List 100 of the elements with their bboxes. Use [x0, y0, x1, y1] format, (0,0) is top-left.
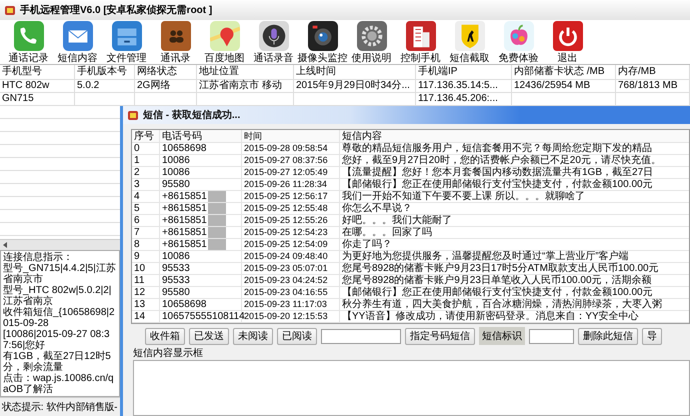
- app-icon: [127, 109, 139, 121]
- column-header[interactable]: 内部储蓄卡状态 /MB: [512, 65, 616, 79]
- table-cell: 2015-09-27 08:37:56: [242, 155, 340, 166]
- toolbar-button[interactable]: 摄像头监控: [298, 20, 347, 64]
- table-cell: 10658698: [160, 299, 242, 310]
- toolbar-button[interactable]: 退出: [543, 20, 592, 64]
- toolbar-button[interactable]: 通话录音: [249, 20, 298, 64]
- toolbar-button[interactable]: 控制手机: [396, 20, 445, 64]
- column-header[interactable]: 短信内容: [340, 130, 689, 142]
- table-cell: 11: [132, 275, 160, 286]
- column-header[interactable]: 地址位置: [197, 65, 294, 79]
- table-cell: 10658698: [160, 143, 242, 154]
- folder-button[interactable]: 已阅读: [277, 328, 317, 344]
- message-row[interactable]: 1 10086 2015-09-27 08:37:56 您好，截至9月27日20时，您的话费帐户余额已不足20元，请尽快充值。: [132, 155, 689, 167]
- column-header[interactable]: 手机端IP: [416, 65, 512, 79]
- table-cell: 2015-09-23 11:17:03: [242, 299, 340, 310]
- table-cell: 2015-09-24 09:48:40: [242, 251, 340, 262]
- column-header[interactable]: 内存/MB: [616, 65, 690, 79]
- folder-button[interactable]: 未阅读: [233, 328, 273, 344]
- contacts-book-icon: [160, 21, 190, 51]
- table-cell: +8615851: [160, 191, 242, 202]
- table-cell: 5: [132, 203, 160, 214]
- table-cell: +8615851: [160, 215, 242, 226]
- table-cell-text: 【流量提醒】您好！您本月套餐国内移动数据流量共有1GB，截至27日: [341, 167, 654, 178]
- column-header[interactable]: 序号: [132, 130, 160, 142]
- toolbar-button[interactable]: 百度地图: [200, 20, 249, 64]
- action-button[interactable]: 删除此短信: [578, 328, 638, 344]
- number-filter-button[interactable]: 指定号码短信: [405, 328, 475, 344]
- column-header[interactable]: 电话号码: [160, 130, 242, 142]
- table-cell: 5.0.2: [75, 80, 135, 92]
- table-cell: +8615851: [160, 239, 242, 250]
- message-row[interactable]: 10 95533 2015-09-23 05:07:01 您尾号8928的储蓄卡账户9月23日17时5分ATM取款支出人民币100.00元: [132, 263, 689, 275]
- table-cell: 10: [132, 263, 160, 274]
- log-line: 收件箱短信_{10658698|2015-09-28: [3, 307, 116, 329]
- message-row[interactable]: 2 10086 2015-09-27 12:05:49 【流量提醒】您好！您本月套餐国内移动数据流量共有1GB，截至27日: [132, 167, 689, 179]
- log-line: 型号_HTC 802w|5.0.2|2|江苏省南京: [3, 285, 112, 307]
- log-line: 有1GB，截至27日12时5分，剩余流量: [3, 351, 112, 373]
- table-cell: HTC 802w: [0, 80, 75, 92]
- content-box[interactable]: [133, 360, 690, 416]
- log-line: 点击：wap.js.10086.cn/qaOB了解活: [3, 373, 115, 395]
- table-cell: GN715: [0, 93, 75, 105]
- dialog-title: 短信 - 获取短信成功...: [143, 108, 240, 122]
- table-cell: 2015-09-25 12:55:48: [242, 203, 340, 214]
- gear-icon: [356, 21, 386, 51]
- message-row[interactable]: 0 10658698 2015-09-28 09:58:54 尊敬的精品短信服务用户，短信套餐用不完？每周给您定期下发的精品: [132, 143, 689, 155]
- sms-id-field[interactable]: [529, 328, 574, 344]
- folder-button[interactable]: 收件箱: [145, 328, 185, 344]
- table-cell: 江苏省南京市 移动: [197, 80, 294, 92]
- table-cell: 2015-09-25 12:56:17: [242, 191, 340, 202]
- message-row[interactable]: 3 95580 2015-09-26 11:28:34 【邮储银行】您正在使用邮储银行支付宝快捷支付，付款金额100.00元: [132, 179, 689, 191]
- table-cell: 2015-09-25 12:54:23: [242, 227, 340, 238]
- column-header[interactable]: 手机型号: [0, 65, 75, 79]
- table-cell-text: 您尾号8928的储蓄卡账户9月23日17时5分ATM取款支出人民币100.00元: [341, 263, 660, 274]
- group-label: 短信内容显示框: [133, 348, 204, 360]
- column-header[interactable]: 手机版本号: [75, 65, 135, 79]
- toolbar-button[interactable]: 免费体验: [494, 20, 543, 64]
- message-row[interactable]: 9 10086 2015-09-24 09:48:40 为更好地为您提供服务，温馨提醒您及时通过“掌上营业厅”客户端: [132, 251, 689, 263]
- message-row[interactable]: 13 10658698 2015-09-23 11:17:03 秋分养生有道，四大美食护航，百合冰糖润燥，清热润肺绿茶，大枣入粥: [132, 299, 689, 311]
- message-row[interactable]: 11 95533 2015-09-23 04:24:52 您尾号8928的储蓄卡账户9月23日单笔收入人民币100.00元，活期余额: [132, 275, 689, 287]
- table-cell-text: 我们一开始不知道下午要不要上课 所以。。。就聊啥了: [341, 191, 586, 202]
- table-cell-text: 在哪。。。回家了吗: [341, 227, 433, 238]
- column-header[interactable]: 上线时间: [294, 65, 416, 79]
- shield-icon: [454, 21, 484, 51]
- action-button[interactable]: 导: [642, 328, 662, 344]
- toolbar-button[interactable]: 使用说明: [347, 20, 396, 64]
- table-cell: 13: [132, 299, 160, 310]
- table-cell: 2015-09-23 04:24:52: [242, 275, 340, 286]
- toolbar-button[interactable]: 短信截取: [445, 20, 494, 64]
- column-header[interactable]: 时间: [242, 130, 340, 142]
- table-cell-text: 好吧。。。我们大能耐了: [341, 215, 453, 226]
- folder-button[interactable]: 已发送: [189, 328, 229, 344]
- table-cell: 10086: [160, 251, 242, 262]
- microphone-icon: [258, 21, 288, 51]
- toolbar-button[interactable]: 通讯录: [151, 20, 200, 64]
- toolbar-button[interactable]: 通话记录: [4, 20, 53, 64]
- apple-icon: [504, 21, 534, 51]
- table-cell: 117.136.45.206:...: [416, 93, 512, 105]
- table-cell: 106575555108114: [160, 311, 242, 322]
- message-row[interactable]: 5 +8615851 2015-09-25 12:55:48 你怎么不早说？: [132, 203, 689, 215]
- table-cell-text: 您尾号8928的储蓄卡账户9月23日单笔收入人民币100.00元，活期余额: [341, 275, 653, 286]
- message-row[interactable]: 8 +8615851 2015-09-25 12:54:09 你走了吗？: [132, 239, 689, 251]
- log-line: 型号_GN715|4.4.2|5|江苏省南京市: [3, 263, 117, 285]
- table-cell: 2015-09-26 11:28:34: [242, 179, 340, 190]
- message-row[interactable]: 4 +8615851 2015-09-25 12:56:17 我们一开始不知道下午要不要上课 所以。。。就聊啥了: [132, 191, 689, 203]
- filter-field[interactable]: [321, 328, 401, 344]
- toolbar-button[interactable]: 短信内容: [53, 20, 102, 64]
- table-cell: 95533: [160, 275, 242, 286]
- message-row[interactable]: 7 +8615851 2015-09-25 12:54:23 在哪。。。回家了吗: [132, 227, 689, 239]
- toolbar-button[interactable]: 文件管理: [102, 20, 151, 64]
- table-cell: +8615851: [160, 227, 242, 238]
- table-cell: 9: [132, 251, 160, 262]
- message-row[interactable]: 6 +8615851 2015-09-25 12:55:26 好吧。。。我们大能耐了: [132, 215, 689, 227]
- table-cell: 6: [132, 215, 160, 226]
- map-pin-icon: [210, 21, 240, 51]
- horizontal-scrollbar[interactable]: [0, 239, 120, 250]
- table-cell: 3: [132, 179, 160, 190]
- message-row[interactable]: 14 1065755551081142015-09-20 12:15:53 【YY语音】修改成功，请使用新密码登录。消息来自：YY安全中心: [132, 311, 689, 323]
- message-row[interactable]: 12 95580 2015-09-23 04:16:55 【邮储银行】您正在使用邮储银行支付宝快捷支付，付款金额100.00元: [132, 287, 689, 299]
- status-label: 状态提示:: [2, 400, 44, 414]
- column-header[interactable]: 网络状态: [135, 65, 197, 79]
